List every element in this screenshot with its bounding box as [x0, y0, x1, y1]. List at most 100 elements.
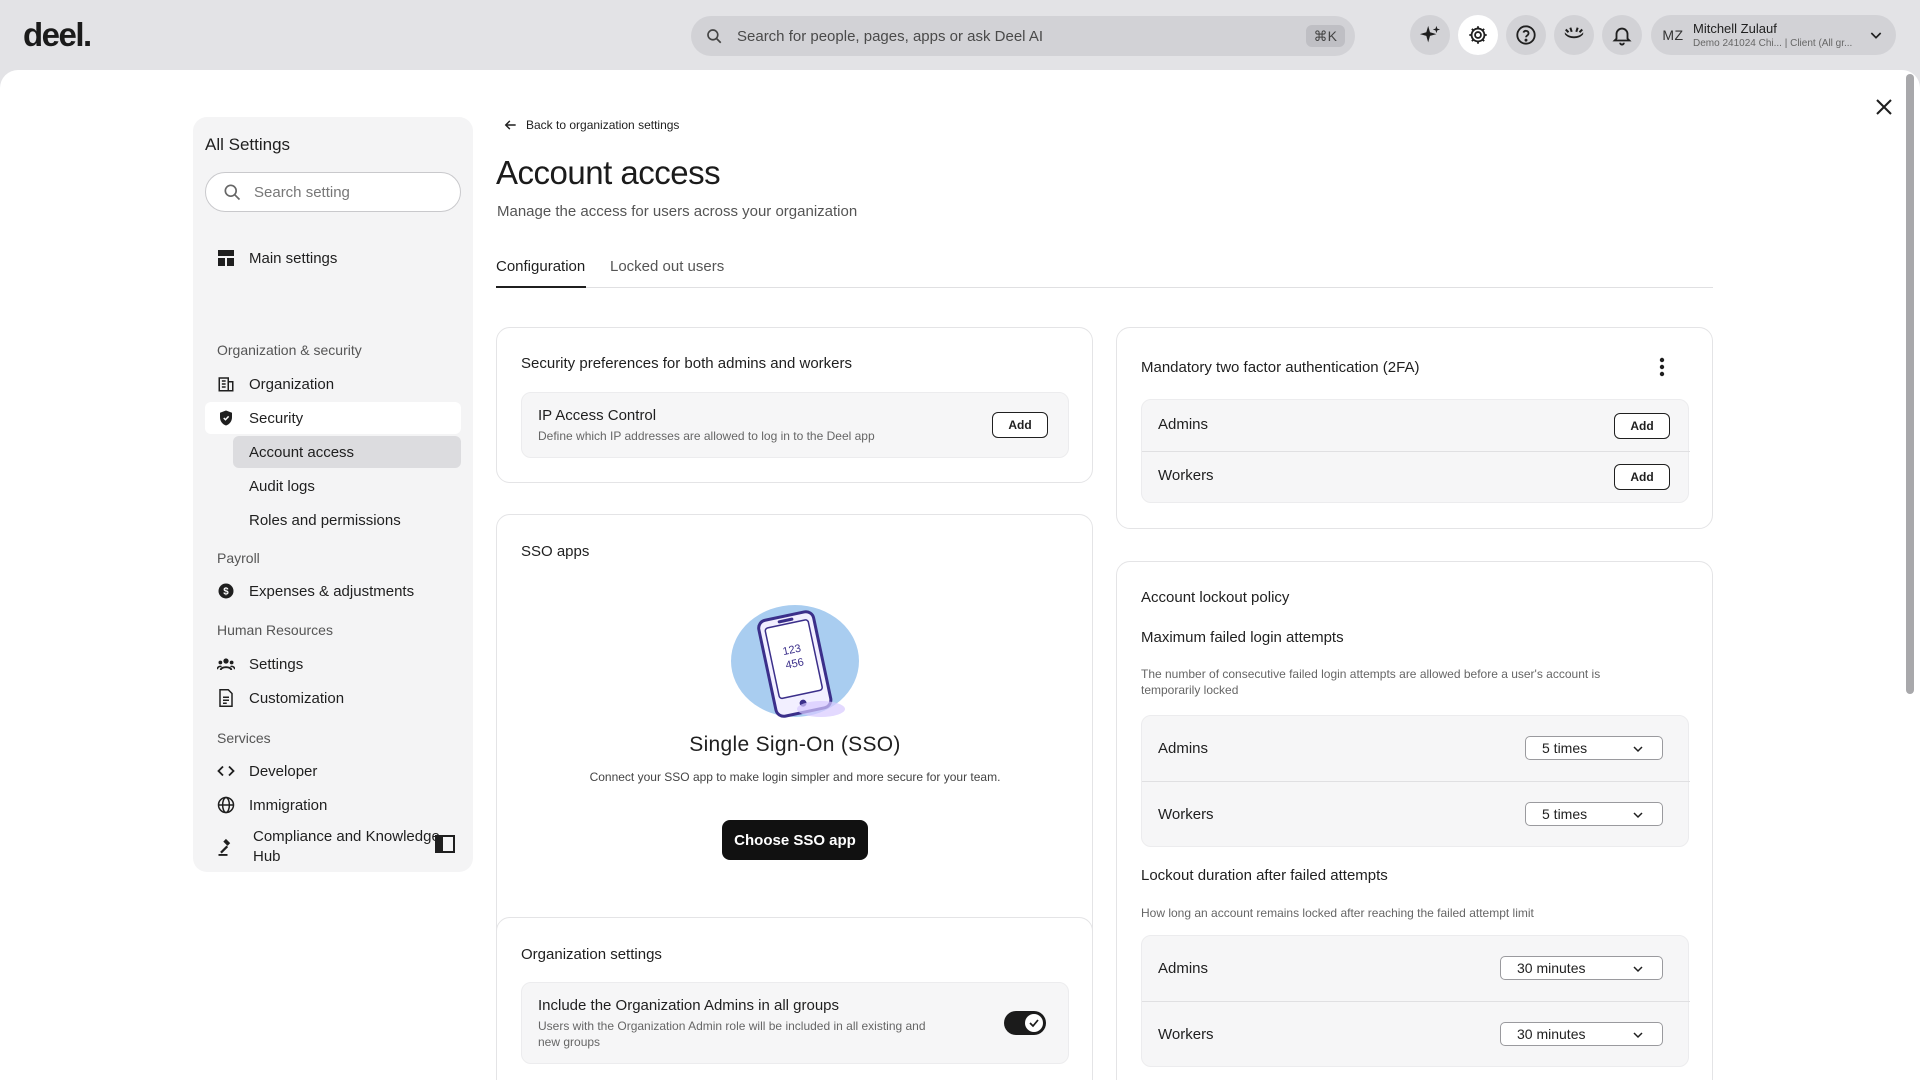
settings-panel: All Settings Search setting Main setting… — [0, 70, 1920, 1080]
max-failed-attempts-desc-1: The number of consecutive failed login a… — [1141, 667, 1601, 681]
card-title: Security preferences for both admins and… — [521, 355, 852, 372]
sso-description: Connect your SSO app to make login simpl… — [589, 770, 1001, 784]
sidebar-item-main-settings[interactable]: Main settings — [205, 242, 461, 274]
chevron-down-icon — [1633, 746, 1643, 753]
setting-search-input[interactable]: Search setting — [205, 172, 461, 212]
close-icon[interactable] — [1872, 95, 1896, 119]
choose-sso-app-button[interactable]: Choose SSO app — [722, 820, 868, 860]
max-failed-attempts-title: Maximum failed login attempts — [1141, 629, 1344, 646]
search-shortcut-badge: ⌘K — [1305, 25, 1345, 47]
search-placeholder: Search for people, pages, apps or ask De… — [737, 27, 1044, 45]
sidebar-item-organization[interactable]: Organization — [205, 368, 461, 400]
svg-text:$: $ — [223, 586, 229, 597]
tab-configuration[interactable]: Configuration — [496, 258, 586, 288]
tab-locked-out-users[interactable]: Locked out users — [610, 258, 724, 288]
ip-access-add-button[interactable]: Add — [992, 412, 1048, 438]
dashboard-icon — [217, 249, 235, 267]
page-subtitle: Manage the access for users across your … — [497, 203, 858, 220]
2fa-workers-label: Workers — [1158, 467, 1214, 484]
closed-eye-icon — [1564, 27, 1584, 39]
sidebar-item-label: Organization — [249, 375, 335, 393]
sidebar-group-hr: Human Resources — [217, 622, 333, 638]
card-title: SSO apps — [521, 543, 590, 560]
global-search-input[interactable]: Search for people, pages, apps or ask De… — [691, 16, 1355, 56]
deel-logo[interactable]: deel. — [23, 16, 92, 54]
2fa-workers-add-button[interactable]: Add — [1614, 464, 1670, 490]
settings-button[interactable] — [1458, 15, 1498, 55]
row-divider — [1142, 781, 1690, 782]
sidebar-group-services: Services — [217, 730, 271, 746]
sidebar-item-security[interactable]: Security — [205, 402, 461, 434]
more-options-icon[interactable] — [1652, 356, 1672, 378]
ai-sparkle-button[interactable] — [1410, 15, 1450, 55]
row-divider — [1142, 451, 1690, 452]
account-lockout-policy-card: Account lockout policy Maximum failed lo… — [1116, 561, 1713, 1080]
max-attempts-list: Admins 5 times Workers 5 times — [1141, 715, 1690, 847]
sidebar-group-org-security: Organization & security — [217, 342, 362, 358]
sleep-mode-button[interactable] — [1554, 15, 1594, 55]
sidebar-collapse-icon[interactable] — [435, 835, 455, 853]
2fa-admins-add-button[interactable]: Add — [1614, 413, 1670, 439]
code-icon — [217, 762, 235, 780]
user-name: Mitchell Zulauf — [1693, 21, 1777, 36]
card-title: Account lockout policy — [1141, 589, 1290, 606]
sidebar-item-expenses[interactable]: $ Expenses & adjustments — [205, 575, 461, 607]
mandatory-2fa-card: Mandatory two factor authentication (2FA… — [1116, 327, 1713, 529]
arrow-left-icon — [504, 120, 516, 130]
select-value: 30 minutes — [1517, 960, 1586, 976]
shield-icon — [217, 409, 235, 427]
globe-icon — [217, 796, 235, 814]
document-icon — [217, 689, 235, 707]
check-icon — [1029, 1019, 1039, 1028]
duration-workers-label: Workers — [1158, 1026, 1214, 1043]
sidebar-item-audit-logs[interactable]: Audit logs — [233, 470, 461, 502]
max-failed-attempts-desc-2: temporarily locked — [1141, 683, 1239, 697]
sidebar-item-hr-settings[interactable]: Settings — [205, 648, 461, 680]
sidebar-item-immigration[interactable]: Immigration — [205, 789, 461, 821]
lockout-duration-list: Admins 30 minutes Workers 30 minutes — [1141, 935, 1690, 1067]
card-title: Organization settings — [521, 946, 662, 963]
select-value: 5 times — [1542, 740, 1588, 756]
workers-max-attempts-select[interactable]: 5 times — [1525, 802, 1663, 826]
select-value: 30 minutes — [1517, 1026, 1586, 1042]
sidebar-item-label-line2: Hub — [253, 848, 281, 865]
sidebar-item-compliance[interactable]: Compliance and Knowledge Hub — [205, 827, 461, 873]
gear-icon — [1469, 26, 1487, 44]
sidebar-item-roles-permissions[interactable]: Roles and permissions — [233, 504, 461, 536]
include-org-admins-desc-2: new groups — [538, 1035, 601, 1049]
workers-lockout-duration-select[interactable]: 30 minutes — [1500, 1022, 1663, 1046]
people-icon — [217, 655, 235, 673]
ip-access-title: IP Access Control — [538, 407, 657, 424]
include-org-admins-toggle[interactable] — [1004, 1011, 1046, 1035]
search-icon — [224, 184, 241, 201]
notifications-button[interactable] — [1602, 15, 1642, 55]
sso-phone-illustration: 123 456 — [731, 605, 859, 718]
sidebar-item-label: Developer — [249, 762, 318, 780]
help-button[interactable] — [1506, 15, 1546, 55]
bell-icon — [1612, 27, 1632, 46]
sso-apps-card: SSO apps 123 456 Single Sign-On (SSO) Co… — [496, 514, 1093, 955]
scrollbar-thumb[interactable] — [1906, 74, 1914, 694]
top-bar: deel. Search for people, pages, apps or … — [0, 0, 1920, 70]
admins-max-attempts-select[interactable]: 5 times — [1525, 736, 1663, 760]
sidebar-item-customization[interactable]: Customization — [205, 682, 461, 714]
sidebar-item-label: Main settings — [249, 249, 338, 267]
admins-lockout-duration-select[interactable]: 30 minutes — [1500, 956, 1663, 980]
sidebar-item-label: Customization — [249, 689, 345, 707]
sidebar-item-account-access[interactable]: Account access — [233, 436, 461, 468]
sidebar-item-label: Immigration — [249, 796, 328, 814]
include-org-admins-row: Include the Organization Admins in all g… — [521, 982, 1069, 1064]
toggle-knob — [1025, 1014, 1043, 1032]
card-title: Mandatory two factor authentication (2FA… — [1141, 359, 1420, 376]
lockout-duration-title: Lockout duration after failed attempts — [1141, 867, 1388, 884]
include-org-admins-desc-1: Users with the Organization Admin role w… — [538, 1019, 926, 1033]
user-profile-menu[interactable]: MZ Mitchell Zulauf Demo 241024 Chi... | … — [1651, 15, 1896, 55]
dollar-circle-icon: $ — [217, 582, 235, 600]
sidebar-group-payroll: Payroll — [217, 550, 260, 566]
lockout-duration-desc: How long an account remains locked after… — [1141, 906, 1534, 920]
sidebar-item-developer[interactable]: Developer — [205, 755, 461, 787]
duration-admins-label: Admins — [1158, 960, 1209, 977]
back-to-organization-settings-link[interactable]: Back to organization settings — [504, 118, 679, 132]
chevron-down-icon — [1633, 1032, 1643, 1039]
setting-search-placeholder: Search setting — [254, 183, 350, 201]
